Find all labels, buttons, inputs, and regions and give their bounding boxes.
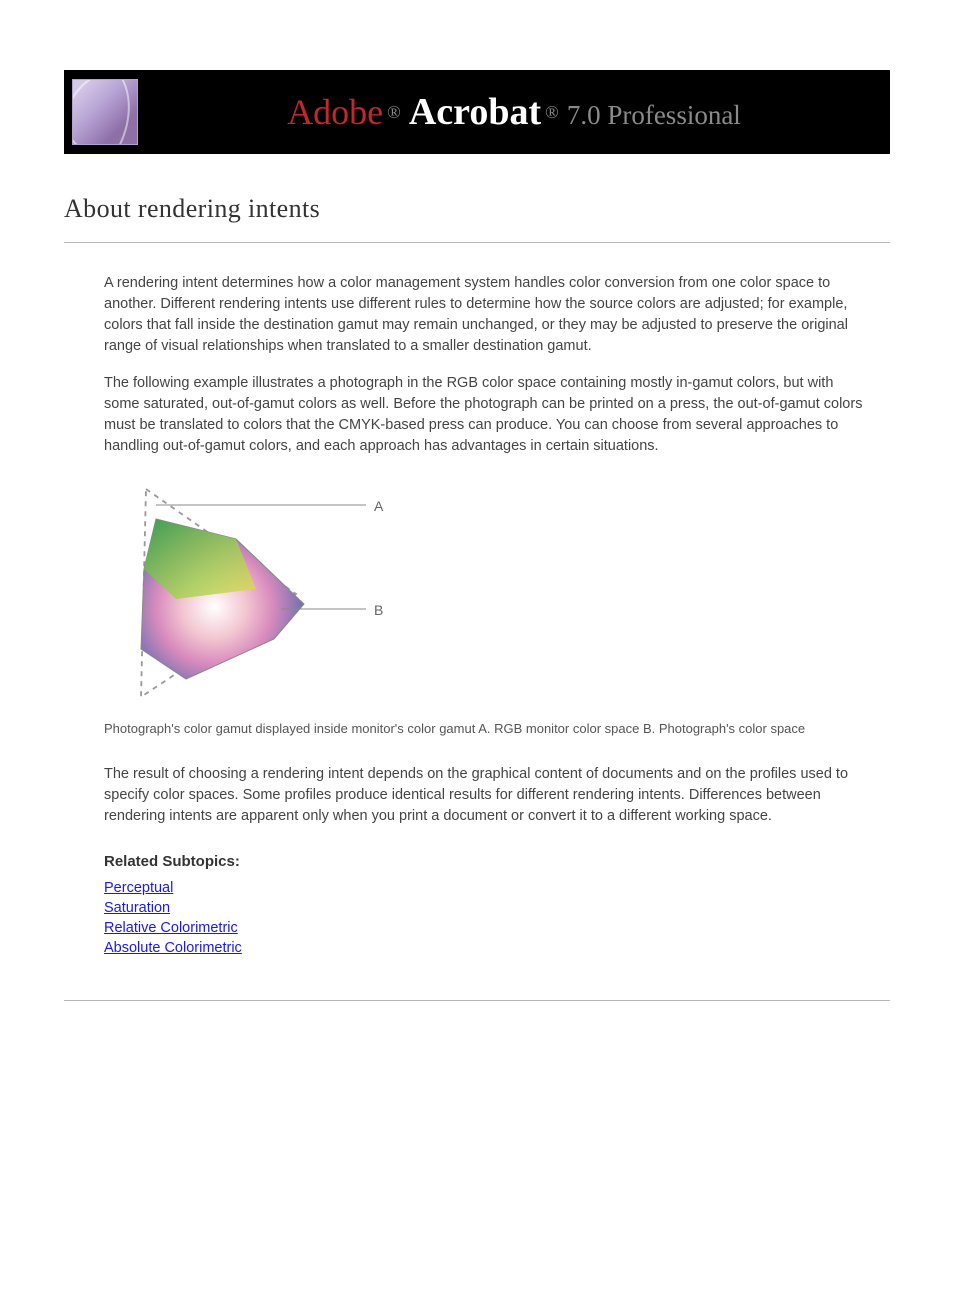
subtopic-link-absolute-colorimetric[interactable]: Absolute Colorimetric	[104, 940, 242, 956]
brand-adobe: Adobe	[287, 92, 383, 132]
color-gamut-diagram: A B	[126, 479, 426, 709]
acrobat-logo-icon	[72, 79, 138, 145]
diagram-caption: Photograph's color gamut displayed insid…	[104, 721, 890, 736]
brand-acrobat: Acrobat	[409, 91, 541, 133]
body-text-block: A rendering intent determines how a colo…	[104, 273, 870, 457]
product-banner: Adobe® Acrobat® 7.0 Professional	[64, 70, 890, 154]
product-version: 7.0 Professional	[567, 100, 741, 130]
paragraph: The result of choosing a rendering inten…	[104, 764, 870, 827]
subtopics-heading: Related Subtopics:	[104, 853, 890, 870]
diagram-label-b: B	[374, 602, 383, 618]
related-subtopics: Related Subtopics: Perceptual Saturation…	[104, 853, 890, 956]
registered-mark-icon: ®	[387, 102, 401, 122]
paragraph: The following example illustrates a phot…	[104, 373, 870, 457]
diagram-label-a: A	[374, 498, 383, 514]
body-text-block: The result of choosing a rendering inten…	[104, 764, 870, 827]
title-divider	[64, 242, 890, 243]
subtopic-link-saturation[interactable]: Saturation	[104, 900, 170, 916]
registered-mark-icon: ®	[545, 102, 559, 122]
paragraph: A rendering intent determines how a colo…	[104, 273, 870, 357]
page-title: About rendering intents	[64, 194, 890, 224]
subtopic-link-perceptual[interactable]: Perceptual	[104, 880, 173, 896]
document-page: Adobe® Acrobat® 7.0 Professional About r…	[0, 0, 954, 1001]
banner-title: Adobe® Acrobat® 7.0 Professional	[138, 90, 890, 134]
subtopic-link-relative-colorimetric[interactable]: Relative Colorimetric	[104, 920, 238, 936]
footer-divider	[64, 1000, 890, 1001]
